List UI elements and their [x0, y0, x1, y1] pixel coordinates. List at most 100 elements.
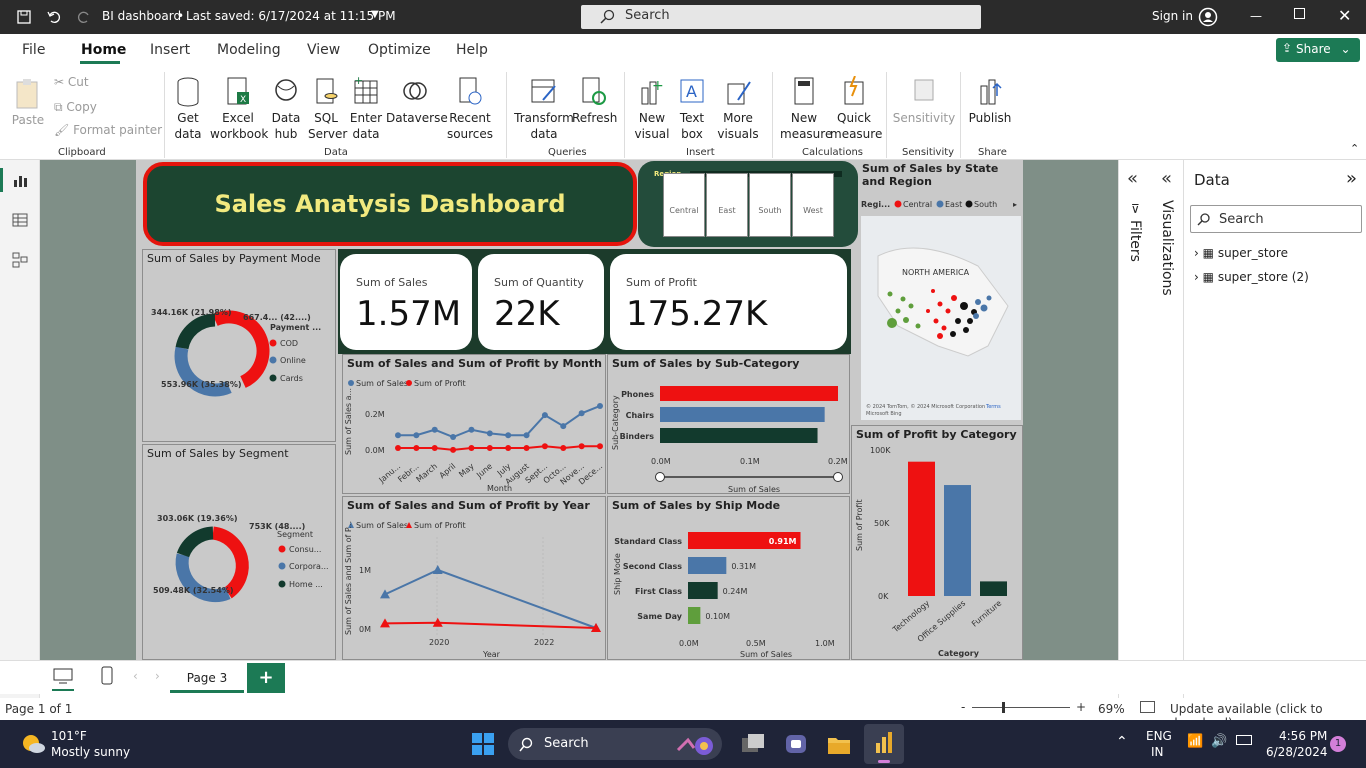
paste-button[interactable]: Paste — [8, 76, 48, 128]
copy-button[interactable]: ⧉ Copy — [54, 99, 97, 115]
new-visual-button[interactable]: + New visual — [630, 76, 674, 142]
data-point[interactable] — [450, 446, 457, 453]
data-point[interactable] — [523, 445, 530, 452]
refresh-button[interactable]: Refresh — [572, 76, 617, 126]
data-point[interactable] — [560, 445, 567, 452]
weather-temp[interactable]: 101°F — [51, 729, 87, 743]
sales-by-state-map[interactable]: Sum of Sales by State and Region Regi...… — [858, 160, 1023, 424]
region-code[interactable]: IN — [1151, 745, 1164, 759]
undo-icon[interactable] — [46, 9, 62, 25]
data-point[interactable] — [413, 432, 420, 439]
bar[interactable] — [688, 557, 727, 574]
kpi-card-quantity[interactable]: Sum of Quantity 22K — [478, 254, 604, 350]
excel-workbook-button[interactable]: X Excel workbook — [210, 76, 268, 142]
sql-server-button[interactable]: SQL Server — [308, 76, 347, 142]
weather-desc[interactable]: Mostly sunny — [51, 745, 130, 759]
bar[interactable] — [660, 386, 838, 401]
search-input[interactable]: Search — [581, 5, 981, 29]
data-point[interactable] — [578, 410, 585, 417]
bar[interactable] — [688, 582, 718, 599]
cut-button[interactable]: ✂ Cut — [54, 74, 89, 90]
language-code[interactable]: ENG — [1146, 729, 1172, 743]
collapse-visualizations-icon[interactable]: « — [1161, 168, 1172, 189]
bar[interactable] — [944, 485, 971, 596]
map-terms-link[interactable]: Terms — [985, 404, 1001, 410]
data-point[interactable] — [541, 443, 548, 450]
data-point[interactable] — [450, 434, 457, 441]
data-point[interactable] — [597, 443, 603, 450]
format-painter-button[interactable]: 🖌 Format painter — [54, 122, 162, 138]
clock-time[interactable]: 4:56 PM — [1279, 729, 1327, 743]
data-hub-button[interactable]: Data hub — [266, 76, 306, 142]
data-point[interactable] — [523, 432, 530, 439]
kpi-card-profit[interactable]: Sum of Profit 175.27K — [610, 254, 847, 350]
sales-by-ship-mode-chart[interactable]: Sum of Sales by Ship Mode Ship Mode Stan… — [607, 496, 850, 660]
transform-data-button[interactable]: Transform data — [514, 76, 574, 142]
battery-icon[interactable] — [1236, 735, 1252, 745]
prev-page-icon[interactable]: ‹ — [133, 669, 138, 683]
sales-by-subcategory-chart[interactable]: Sum of Sales by Sub-Category Sub-Categor… — [607, 354, 850, 494]
zoom-slider-handle[interactable] — [833, 472, 843, 482]
bar[interactable] — [908, 461, 935, 596]
data-point[interactable] — [505, 432, 512, 439]
file-explorer-icon[interactable] — [826, 732, 852, 756]
data-point[interactable] — [431, 426, 438, 433]
visualizations-pane-label[interactable]: Visualizations — [1159, 200, 1175, 296]
data-point[interactable] — [413, 445, 420, 452]
menu-help[interactable]: Help — [456, 42, 488, 58]
teams-icon[interactable] — [783, 732, 809, 756]
minimize-icon[interactable]: — — [1250, 9, 1262, 23]
kpi-card-sales[interactable]: Sum of Sales 1.57M — [340, 254, 472, 350]
powerbi-taskbar-button[interactable] — [864, 724, 904, 764]
mobile-layout-icon[interactable] — [100, 666, 114, 686]
bar[interactable] — [980, 581, 1007, 596]
table-item[interactable]: › ▦ super_store — [1194, 246, 1288, 260]
payment-mode-donut[interactable]: Sum of Sales by Payment Mode 667.4... (4… — [142, 249, 336, 442]
table-view-icon[interactable] — [12, 212, 28, 228]
menu-file[interactable]: File — [22, 42, 45, 58]
taskbar-search[interactable]: Search — [508, 728, 722, 760]
next-page-icon[interactable]: › — [155, 669, 160, 683]
page-tab-page-3[interactable]: Page 3 — [170, 663, 244, 693]
table-item[interactable]: › ▦ super_store (2) — [1194, 270, 1309, 284]
menu-insert[interactable]: Insert — [150, 42, 190, 58]
zoom-slider-thumb[interactable] — [1002, 702, 1005, 713]
model-view-icon[interactable] — [12, 252, 28, 268]
menu-optimize[interactable]: Optimize — [368, 42, 431, 58]
chevron-up-icon[interactable]: ⌃ — [1116, 734, 1128, 750]
text-box-button[interactable]: A Text box — [674, 76, 710, 142]
close-icon[interactable]: ✕ — [1338, 6, 1351, 25]
data-point[interactable] — [431, 445, 438, 452]
slicer-option-west[interactable]: West — [792, 173, 834, 237]
bar[interactable] — [688, 607, 701, 624]
more-visuals-button[interactable]: More visuals — [710, 76, 766, 142]
menu-view[interactable]: View — [307, 42, 340, 58]
profit-by-category-chart[interactable]: Sum of Profit by Category Sum of Profit … — [851, 425, 1023, 660]
wifi-icon[interactable]: 📶 — [1187, 734, 1203, 749]
data-point[interactable] — [468, 445, 475, 452]
zoom-out-button[interactable]: - — [961, 700, 965, 714]
redo-icon[interactable] — [76, 9, 92, 25]
fit-to-page-icon[interactable] — [1140, 701, 1155, 713]
quick-measure-button[interactable]: Quick measure — [830, 76, 882, 142]
collapse-ribbon-icon[interactable]: ⌃ — [1350, 142, 1359, 155]
menu-modeling[interactable]: Modeling — [217, 42, 281, 58]
data-search-input[interactable]: Search — [1190, 205, 1362, 233]
save-icon[interactable] — [16, 9, 32, 25]
sensitivity-button[interactable]: Sensitivity — [892, 76, 956, 126]
segment-donut[interactable]: Sum of Sales by Segment 753K (48....) 50… — [142, 444, 336, 660]
enter-data-button[interactable]: + Enter data — [348, 76, 384, 142]
data-point[interactable] — [597, 402, 603, 409]
maximize-icon[interactable] — [1294, 8, 1305, 19]
data-point[interactable] — [395, 445, 401, 452]
dataverse-button[interactable]: Dataverse — [386, 76, 448, 126]
filters-pane-label[interactable]: Filters — [1127, 220, 1143, 262]
sales-profit-by-month-chart[interactable]: Sum of Sales and Sum of Profit by Month … — [342, 354, 606, 494]
data-point[interactable] — [578, 443, 585, 450]
zoom-slider[interactable] — [972, 707, 1070, 708]
user-icon[interactable] — [1198, 7, 1218, 27]
clock-date[interactable]: 6/28/2024 — [1266, 745, 1328, 759]
add-page-button[interactable]: + — [247, 663, 285, 693]
data-point[interactable] — [486, 430, 493, 437]
zoom-in-button[interactable]: + — [1076, 700, 1086, 714]
